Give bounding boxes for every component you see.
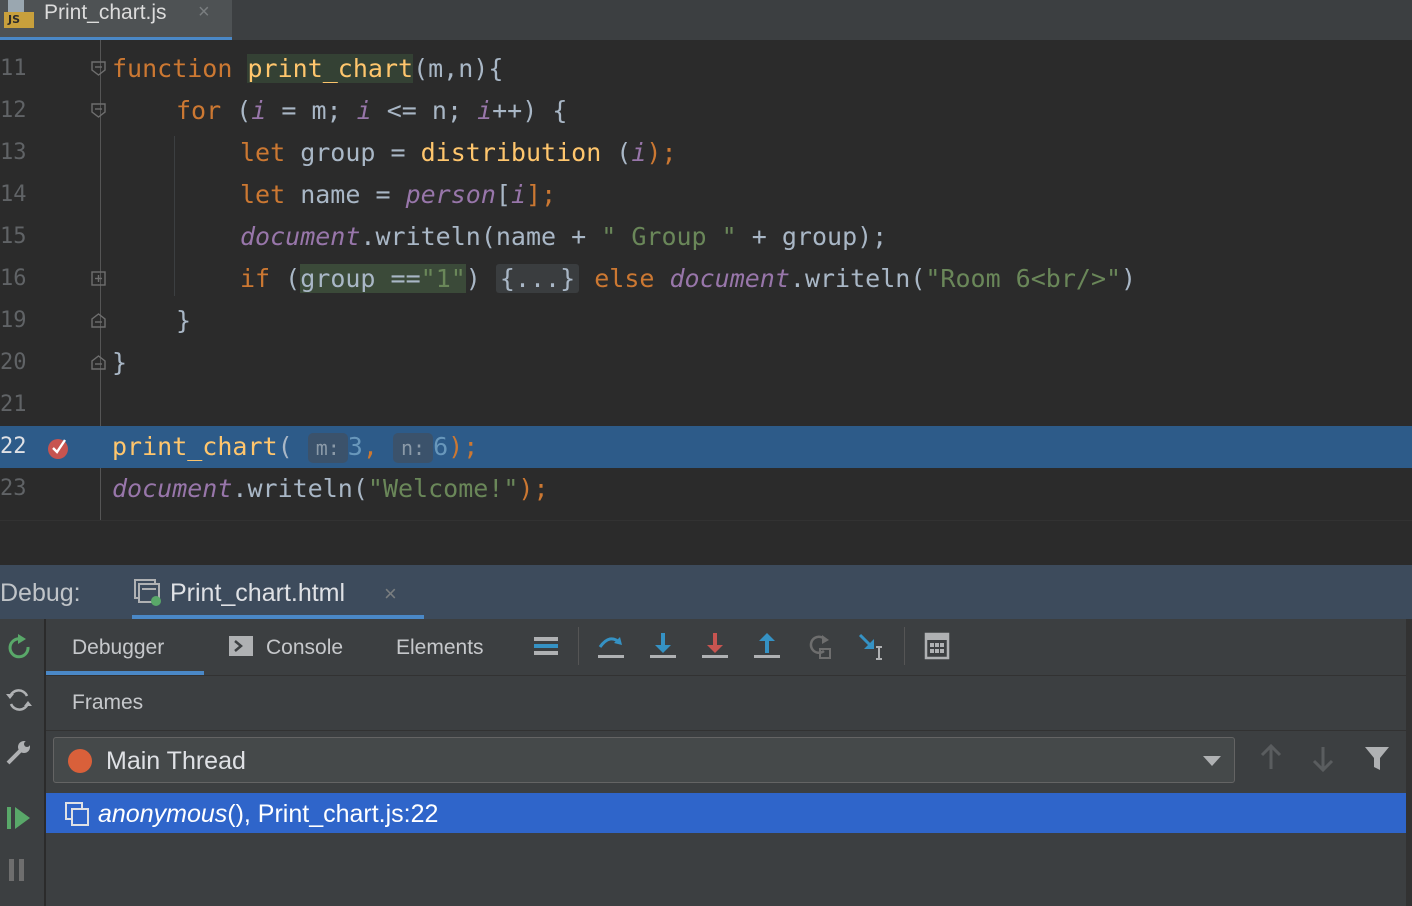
code-text: document.writeln(name + " Group " + grou… [240, 222, 888, 251]
code-text: } [176, 306, 192, 335]
editor-tab-label: Print_chart.js [44, 1, 167, 24]
stack-frame-icon [64, 801, 90, 827]
param-hint-n: n: [392, 433, 434, 463]
editor-bottom-spacer [0, 520, 1412, 566]
previous-frame-icon[interactable] [1256, 743, 1286, 773]
step-into-icon[interactable] [648, 631, 678, 661]
force-step-into-icon[interactable] [700, 631, 730, 661]
line-number: 12 [0, 98, 27, 123]
editor-tab-bar: JS Print_chart.js × [0, 0, 1412, 41]
line-number: 23 [0, 476, 27, 501]
line-number: 19 [0, 308, 27, 333]
evaluate-expression-icon[interactable] [922, 631, 952, 661]
code-text: document.writeln("Welcome!"); [112, 474, 549, 503]
line-number: 22 [0, 434, 27, 459]
toolbar-separator [578, 627, 579, 665]
thread-name: Main Thread [106, 747, 246, 775]
code-line: 20 } [0, 342, 1412, 384]
stack-frame-label: anonymous(), Print_chart.js:22 [98, 800, 439, 828]
debugger-tabs-toolbar: Debugger Console Elements [46, 619, 1412, 676]
fold-collapse-icon[interactable] [91, 61, 106, 76]
code-text: function print_chart(m,n){ [112, 54, 504, 83]
param-hint-m: m: [307, 433, 348, 463]
step-out-icon[interactable] [752, 631, 782, 661]
rerun-icon[interactable] [4, 633, 34, 663]
stack-frame-row[interactable]: anonymous(), Print_chart.js:22 [46, 793, 1406, 833]
code-line: 21 [0, 384, 1412, 426]
line-number: 15 [0, 224, 27, 249]
next-frame-icon[interactable] [1308, 743, 1338, 773]
js-file-icon: JS [4, 0, 34, 28]
line-number: 13 [0, 140, 27, 165]
code-line: 11 function print_chart(m,n){ [0, 48, 1412, 90]
debug-session-tab[interactable]: Print_chart.html × [132, 565, 424, 619]
code-text: } [112, 348, 128, 377]
pause-program-icon[interactable] [4, 855, 34, 885]
wrench-icon[interactable] [4, 737, 34, 767]
code-line: 16 if (group =="1") {...} else document.… [0, 258, 1412, 300]
code-line: 14 let name = person[i]; [0, 174, 1412, 216]
tab-debugger[interactable]: Debugger [46, 619, 204, 675]
debug-session-label: Print_chart.html [170, 579, 346, 607]
line-number: 20 [0, 350, 27, 375]
thread-status-icon [68, 749, 92, 773]
code-line: 13 let group = distribution (i); [0, 132, 1412, 174]
editor-tab-print-chart-js[interactable]: JS Print_chart.js × [0, 0, 232, 40]
line-number: 11 [0, 56, 27, 81]
code-line: 12 for (i = m; i <= n; i++) { [0, 90, 1412, 132]
console-icon [228, 633, 258, 663]
line-number: 16 [0, 266, 27, 291]
tab-console[interactable]: Console [266, 619, 343, 675]
chevron-down-icon [1202, 754, 1222, 768]
frames-panel: Main Thread anonymous(), Print_chart.js:… [46, 731, 1412, 906]
line-number: 21 [0, 392, 27, 417]
panel-right-edge [1406, 619, 1412, 906]
run-to-cursor-icon[interactable] [856, 631, 886, 661]
code-text: let name = person[i]; [240, 180, 557, 209]
filter-icon[interactable] [1362, 743, 1392, 773]
line-number: 14 [0, 182, 27, 207]
tab-elements[interactable]: Elements [396, 619, 484, 675]
code-line: 23 document.writeln("Welcome!"); [0, 468, 1412, 510]
toolbar-separator [904, 627, 905, 665]
thread-dropdown[interactable]: Main Thread [53, 737, 1235, 783]
debug-side-toolbar [0, 619, 45, 906]
code-line: 19 } [0, 300, 1412, 342]
fold-collapse-icon[interactable] [91, 103, 106, 118]
code-text: let group = distribution (i); [240, 138, 677, 167]
html-debug-config-icon [132, 577, 162, 607]
breakpoint-icon[interactable] [46, 436, 70, 460]
fold-expand-icon[interactable] [91, 271, 106, 286]
restart-frame-icon[interactable] [804, 631, 834, 661]
code-editor[interactable]: 11 function print_chart(m,n){ 12 for (i … [0, 40, 1412, 520]
fold-end-icon[interactable] [91, 355, 106, 370]
debug-title: Debug: [0, 579, 81, 607]
frames-title: Frames [72, 691, 144, 714]
code-line: 15 document.writeln(name + " Group " + g… [0, 216, 1412, 258]
reload-icon[interactable] [4, 685, 34, 715]
current-execution-line: 22 print_chart( m: 3, n: 6); [0, 426, 1412, 468]
show-execution-point-icon[interactable] [532, 631, 562, 661]
fold-end-icon[interactable] [91, 313, 106, 328]
frames-panel-header: Frames [46, 676, 1412, 731]
code-text: for (i = m; i <= n; i++) { [176, 96, 568, 125]
code-text: if (group =="1") {...} else document.wri… [240, 264, 1137, 293]
folded-block[interactable]: {...} [495, 264, 580, 293]
step-over-icon[interactable] [596, 631, 626, 661]
code-text: print_chart( m: 3, n: 6); [112, 432, 479, 463]
close-tab-icon[interactable]: × [198, 0, 210, 24]
debug-tool-window-header: Debug: Print_chart.html × [0, 565, 1412, 619]
resume-program-icon[interactable] [4, 803, 34, 833]
